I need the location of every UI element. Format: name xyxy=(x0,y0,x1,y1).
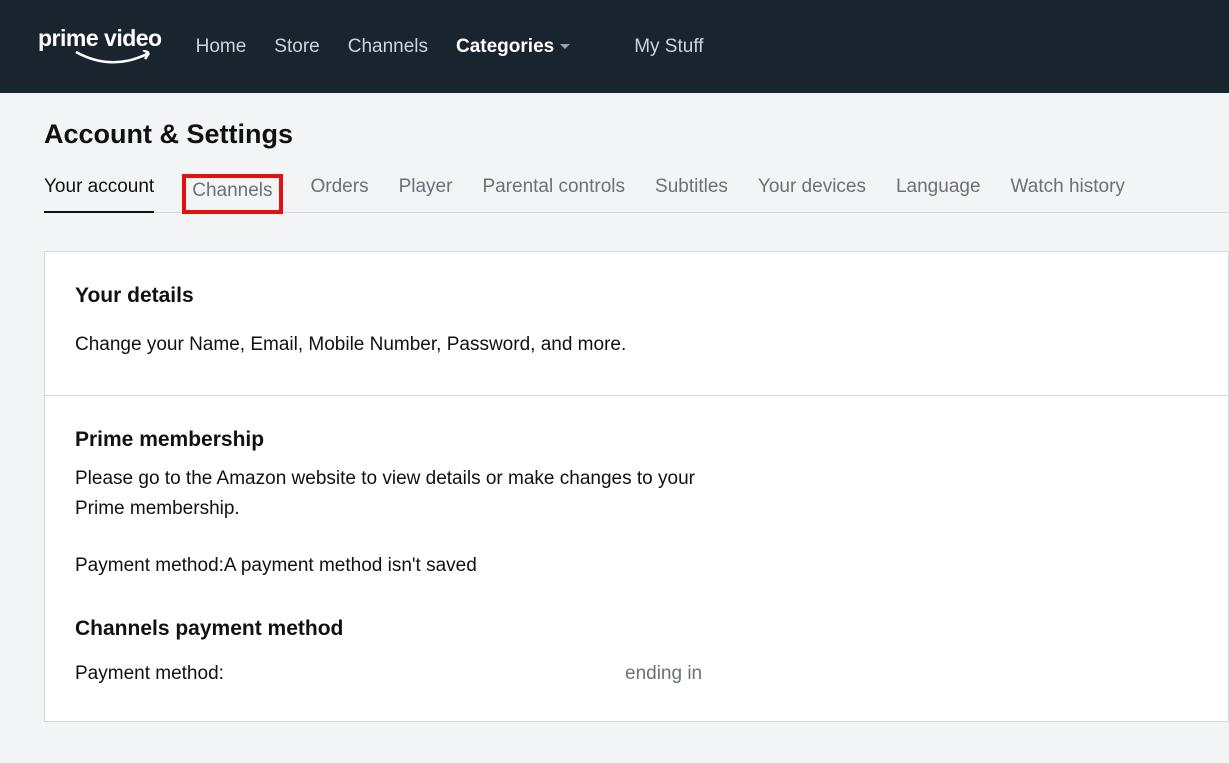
nav-channels[interactable]: Channels xyxy=(348,36,428,58)
tab-language[interactable]: Language xyxy=(896,176,981,212)
your-details-text: Change your Name, Email, Mobile Number, … xyxy=(75,330,735,359)
nav-store[interactable]: Store xyxy=(274,36,319,58)
nav-home[interactable]: Home xyxy=(196,36,247,58)
prime-membership-heading: Prime membership xyxy=(75,428,1198,452)
tab-your-devices[interactable]: Your devices xyxy=(758,176,866,212)
tab-watch-history[interactable]: Watch history xyxy=(1011,176,1125,212)
your-details-heading: Your details xyxy=(75,284,1198,308)
tab-parental-controls[interactable]: Parental controls xyxy=(482,176,625,212)
nav-my-stuff[interactable]: My Stuff xyxy=(634,36,703,58)
nav-categories-label: Categories xyxy=(456,36,554,58)
content-card: Your details Change your Name, Email, Mo… xyxy=(44,251,1229,722)
tab-subtitles[interactable]: Subtitles xyxy=(655,176,728,212)
channels-payment-value: ending in xyxy=(625,663,702,685)
page-body: Account & Settings Your account Channels… xyxy=(0,93,1229,722)
tab-your-account[interactable]: Your account xyxy=(44,176,154,213)
page-title: Account & Settings xyxy=(44,119,1229,150)
channels-payment-heading: Channels payment method xyxy=(75,617,1198,641)
prime-payment-line: Payment method:A payment method isn't sa… xyxy=(75,551,735,580)
section-your-details[interactable]: Your details Change your Name, Email, Mo… xyxy=(45,252,1228,396)
logo-text: prime video xyxy=(38,25,162,52)
channels-payment-label: Payment method: xyxy=(75,663,625,685)
channels-payment-row: Payment method: ending in xyxy=(75,663,1198,685)
smile-icon xyxy=(74,50,156,68)
tab-orders[interactable]: Orders xyxy=(311,176,369,212)
section-membership-payments: Prime membership Please go to the Amazon… xyxy=(45,396,1228,720)
nav-categories[interactable]: Categories xyxy=(456,36,570,58)
tab-channels[interactable]: Channels xyxy=(184,176,280,212)
chevron-down-icon xyxy=(560,44,570,49)
prime-membership-text: Please go to the Amazon website to view … xyxy=(75,464,735,523)
tab-player[interactable]: Player xyxy=(399,176,453,212)
settings-tabs: Your account Channels Orders Player Pare… xyxy=(44,176,1229,213)
prime-video-logo[interactable]: prime video xyxy=(38,25,162,68)
top-navigation: prime video Home Store Channels Categori… xyxy=(0,0,1229,93)
